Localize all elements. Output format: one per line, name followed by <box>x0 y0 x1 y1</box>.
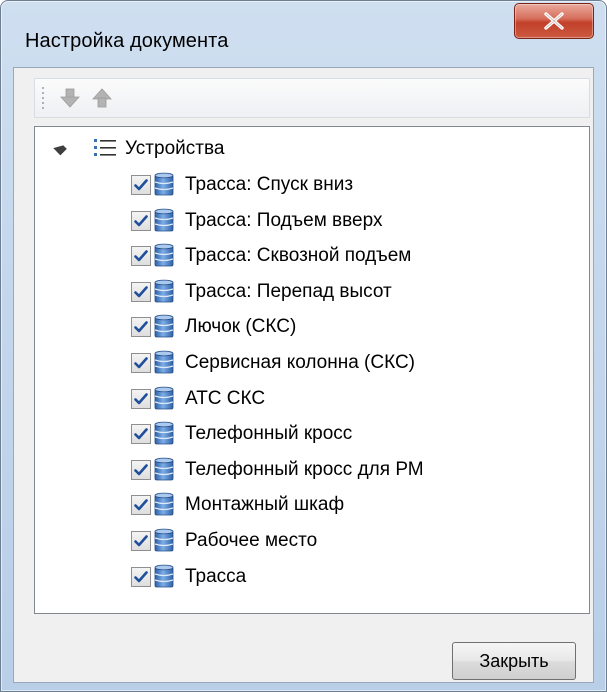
expand-collapse-icon[interactable] <box>53 141 67 156</box>
tree-item-9[interactable]: Телефонный кросс для РМ <box>35 454 589 490</box>
checkmark-icon <box>134 463 148 476</box>
checkmark-icon <box>134 535 148 547</box>
item-label: Трасса: Подъем вверх <box>185 209 383 231</box>
item-checkbox[interactable] <box>131 424 151 445</box>
item-label: Лючок (СКС) <box>185 316 297 338</box>
database-icon <box>154 279 174 303</box>
tree-item-8[interactable]: Телефонный кросс <box>35 418 589 454</box>
database-icon <box>154 493 174 516</box>
window-title: Настройка документа <box>25 30 229 52</box>
tree-item-12[interactable]: Трасса <box>35 561 589 597</box>
title-bar[interactable]: Настройка документа <box>1 1 606 69</box>
item-checkbox[interactable] <box>131 175 151 195</box>
window-close-button[interactable] <box>514 3 594 39</box>
item-label: Трасса: Перепад высот <box>185 280 392 302</box>
tree-item-6[interactable]: Сервисная колонна (СКС) <box>35 347 589 383</box>
tree-root-devices[interactable]: Устройства <box>35 135 589 161</box>
database-icon <box>154 315 174 338</box>
toolbar <box>34 78 590 118</box>
item-label: Телефонный кросс <box>185 423 353 445</box>
checkmark-icon <box>134 570 148 582</box>
item-checkbox[interactable] <box>131 388 151 409</box>
database-icon <box>154 208 174 231</box>
database-icon <box>154 350 174 374</box>
item-label: АТС СКС <box>185 387 266 409</box>
device-tree[interactable]: Устройства Трасса: Спуск вниз Трасса: По… <box>34 126 590 614</box>
close-button[interactable]: Закрыть <box>452 642 576 680</box>
database-icon <box>154 457 174 481</box>
dialog-client-area: Устройства Трасса: Спуск вниз Трасса: По… <box>13 67 594 683</box>
tree-item-5[interactable]: Лючок (СКС) <box>35 311 589 347</box>
item-checkbox[interactable] <box>131 495 151 516</box>
arrow-down-icon <box>60 88 80 108</box>
item-label: Трасса: Сквозной подъем <box>185 245 412 267</box>
dialog-window: Настройка документа Устройства Трасса: С… <box>0 0 607 692</box>
item-checkbox[interactable] <box>131 530 151 551</box>
tree-root-label: Устройства <box>125 138 225 159</box>
database-icon <box>154 528 174 552</box>
checkmark-icon <box>134 499 148 511</box>
move-up-button[interactable] <box>89 85 115 111</box>
item-checkbox[interactable] <box>131 317 151 338</box>
checkmark-icon <box>134 392 148 404</box>
item-label: Трасса <box>185 565 247 587</box>
move-down-button[interactable] <box>57 85 83 111</box>
tree-item-11[interactable]: Рабочее место <box>35 525 589 561</box>
item-label: Монтажный шкаф <box>185 494 345 516</box>
item-checkbox[interactable] <box>131 246 151 267</box>
checkmark-icon <box>134 214 148 226</box>
item-label: Трасса: Спуск вниз <box>185 174 354 195</box>
checkmark-icon <box>134 321 148 333</box>
database-icon <box>154 564 174 587</box>
tree-item-1[interactable]: Трасса: Спуск вниз <box>35 169 589 205</box>
tree-item-7[interactable]: АТС СКС <box>35 383 589 419</box>
item-label: Рабочее место <box>185 529 318 551</box>
database-icon <box>154 386 174 409</box>
checkmark-icon <box>134 179 148 191</box>
item-label: Телефонный кросс для РМ <box>185 458 424 480</box>
checkmark-icon <box>134 250 148 262</box>
tree-item-3[interactable]: Трасса: Сквозной подъем <box>35 240 589 276</box>
close-x-icon <box>544 12 564 30</box>
item-checkbox[interactable] <box>131 210 151 231</box>
toolbar-grip[interactable] <box>41 87 45 109</box>
item-checkbox[interactable] <box>131 281 151 302</box>
database-icon <box>154 243 174 267</box>
tree-items: Трасса: Спуск вниз Трасса: Подъем вверх <box>35 169 589 596</box>
database-icon <box>154 421 174 445</box>
list-icon <box>94 139 116 156</box>
checkmark-icon <box>134 285 148 298</box>
item-label: Сервисная колонна (СКС) <box>185 351 416 373</box>
arrow-up-icon <box>92 88 112 108</box>
tree-item-4[interactable]: Трасса: Перепад высот <box>35 276 589 312</box>
tree-item-10[interactable]: Монтажный шкаф <box>35 489 589 525</box>
checkmark-icon <box>134 357 148 369</box>
item-checkbox[interactable] <box>131 459 151 480</box>
item-checkbox[interactable] <box>131 566 151 587</box>
checkmark-icon <box>134 428 148 440</box>
item-checkbox[interactable] <box>131 352 151 373</box>
database-icon <box>154 172 174 196</box>
tree-item-2[interactable]: Трасса: Подъем вверх <box>35 205 589 241</box>
